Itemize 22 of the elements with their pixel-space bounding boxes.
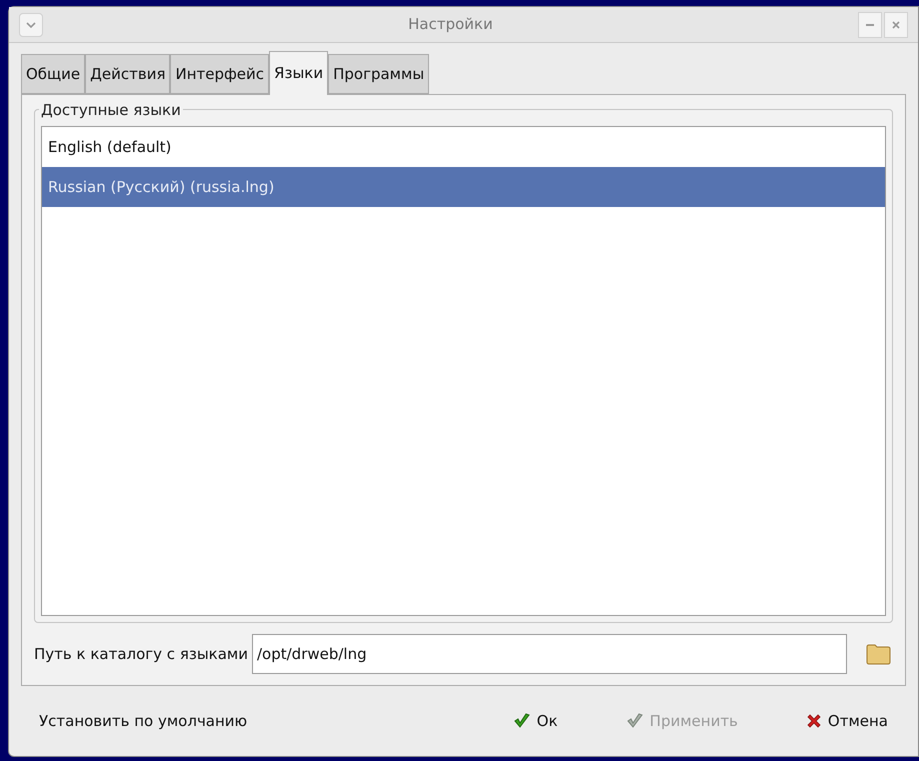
chevron-down-icon [26,22,36,28]
cancel-button[interactable]: Отмена [802,703,892,739]
minimize-button[interactable] [858,12,882,38]
tab[interactable]: Действия [85,54,170,94]
list-item[interactable]: Russian (Русский) (russia.lng) [42,167,885,207]
path-label: Путь к каталогу с языками [34,644,248,665]
tab[interactable]: Общие [21,54,86,94]
default-button[interactable]: Установить по умолчанию [35,703,252,739]
window-title: Настройки [408,14,493,36]
close-icon [892,20,900,28]
path-field[interactable]: /opt/drweb/lng [252,634,847,674]
window-menu-button[interactable] [19,12,43,36]
minimize-icon [866,24,874,26]
checkmark-icon [512,712,531,730]
tab[interactable]: Интерфейс [170,54,270,94]
ok-button[interactable]: Ок [508,703,562,739]
tab[interactable]: Программы [328,54,430,94]
cross-icon [806,713,822,729]
folder-icon [866,643,892,665]
close-button[interactable] [884,12,908,38]
checkmark-icon [626,712,644,730]
tab[interactable]: Языки [269,51,328,95]
